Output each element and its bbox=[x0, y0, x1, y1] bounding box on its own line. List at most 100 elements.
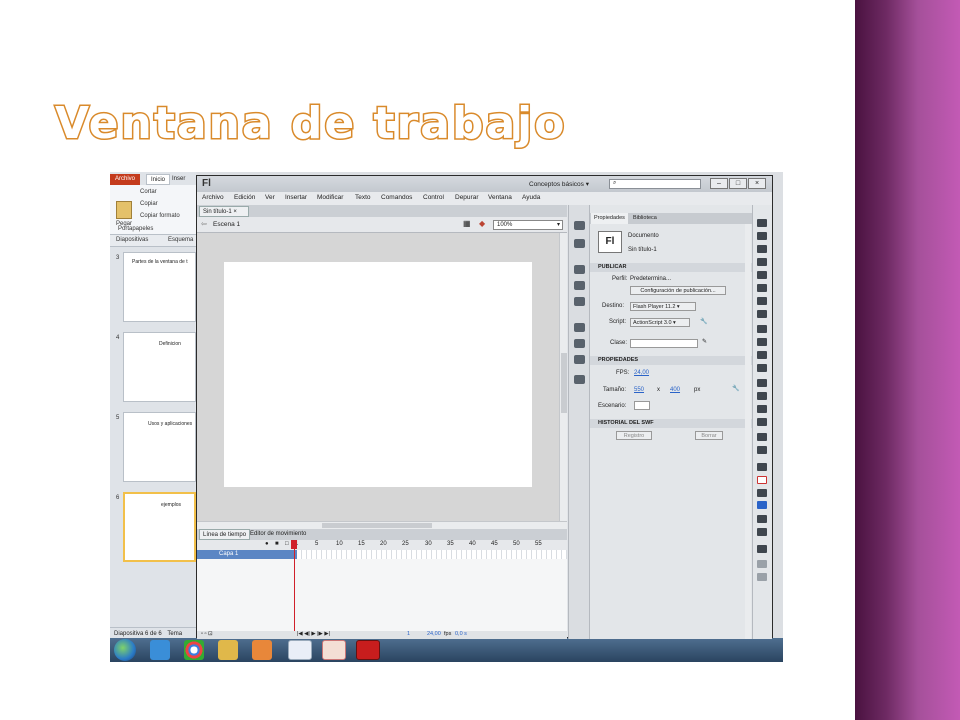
search-input[interactable]: ⌕ bbox=[609, 179, 701, 189]
section-publish[interactable]: PUBLICAR bbox=[590, 263, 752, 272]
media-player-icon[interactable] bbox=[252, 640, 272, 660]
fill-none-icon[interactable] bbox=[757, 476, 767, 484]
menu-ventana[interactable]: Ventana bbox=[488, 194, 512, 201]
horizontal-scrollbar[interactable] bbox=[197, 521, 567, 529]
zoom-tool-icon[interactable] bbox=[757, 446, 767, 454]
pen-tool-icon[interactable] bbox=[757, 284, 767, 292]
pencil-icon[interactable]: ✎ bbox=[702, 338, 707, 345]
components-icon[interactable] bbox=[574, 339, 585, 348]
word-icon[interactable] bbox=[288, 640, 312, 660]
new-layer-icon[interactable]: ▫ ▫ ⊡ bbox=[201, 631, 213, 637]
workspace-selector[interactable]: Conceptos básicos ▾ bbox=[529, 180, 589, 188]
scroll-thumb[interactable] bbox=[322, 523, 432, 528]
publish-settings-button[interactable]: Configuración de publicación... bbox=[630, 286, 726, 295]
chrome-icon[interactable] bbox=[184, 640, 204, 660]
snap-magnet-icon[interactable] bbox=[757, 545, 767, 553]
properties-scrollbar[interactable] bbox=[745, 224, 751, 639]
menu-modificar[interactable]: Modificar bbox=[317, 194, 343, 201]
log-button[interactable]: Registro bbox=[616, 431, 652, 440]
file-tab[interactable]: Archivo bbox=[110, 174, 140, 185]
lock-icon[interactable]: ■ bbox=[275, 541, 279, 547]
minimize-button[interactable]: – bbox=[710, 178, 728, 189]
free-transform-tool-icon[interactable] bbox=[757, 245, 767, 253]
copy-button[interactable]: Copiar bbox=[140, 201, 158, 207]
playback-controls[interactable]: |◀ ◀| ▶ |▶ ▶| bbox=[297, 631, 330, 637]
zoom-select[interactable]: 100% ▾ bbox=[493, 220, 563, 230]
tab-outline[interactable]: Esquema bbox=[168, 237, 193, 243]
start-orb-icon[interactable] bbox=[114, 639, 136, 661]
default-colors-icon[interactable] bbox=[757, 528, 767, 536]
brush-tool-icon[interactable] bbox=[757, 351, 767, 359]
eyedropper-tool-icon[interactable] bbox=[757, 405, 767, 413]
menu-insertar[interactable]: Insertar bbox=[285, 194, 307, 201]
menu-edicion[interactable]: Edición bbox=[234, 194, 255, 201]
code-snippets-icon[interactable] bbox=[574, 323, 585, 332]
menu-ayuda[interactable]: Ayuda bbox=[522, 194, 540, 201]
3d-rotation-tool-icon[interactable] bbox=[757, 258, 767, 266]
scroll-thumb[interactable] bbox=[561, 353, 567, 413]
cut-button[interactable]: Cortar bbox=[140, 189, 157, 195]
folder-icon[interactable] bbox=[218, 640, 238, 660]
layer-row[interactable]: Capa 1 bbox=[197, 550, 297, 559]
fill-color-icon[interactable] bbox=[757, 489, 767, 497]
tab-motion-editor[interactable]: Editor de movimiento bbox=[247, 529, 309, 540]
history-icon[interactable] bbox=[574, 375, 585, 384]
script-select[interactable]: ActionScript 3.0 ▾ bbox=[630, 318, 690, 327]
tab-timeline[interactable]: Línea de tiempo bbox=[199, 529, 251, 540]
eye-icon[interactable]: ● bbox=[265, 541, 269, 547]
smooth-icon[interactable] bbox=[757, 560, 767, 568]
lasso-tool-icon[interactable] bbox=[757, 271, 767, 279]
info-icon[interactable] bbox=[574, 281, 585, 290]
slide-thumbnail[interactable]: 3 Partes de la ventana de t bbox=[110, 252, 196, 328]
playhead-handle[interactable] bbox=[291, 540, 297, 549]
internet-explorer-icon[interactable] bbox=[150, 640, 170, 660]
color-icon[interactable] bbox=[574, 221, 585, 230]
selection-tool-icon[interactable] bbox=[757, 219, 767, 227]
transform-icon[interactable] bbox=[574, 297, 585, 306]
pencil-tool-icon[interactable] bbox=[757, 338, 767, 346]
tab-home[interactable]: Inicio bbox=[146, 174, 170, 185]
tab-insert[interactable]: Inser bbox=[172, 174, 192, 185]
stage-color-swatch[interactable] bbox=[634, 401, 650, 410]
slide-thumbnail[interactable]: 4 Definicion bbox=[110, 332, 196, 408]
section-properties[interactable]: PROPIEDADES bbox=[590, 356, 752, 365]
fps-value[interactable]: 24,00 bbox=[634, 370, 649, 376]
paint-bucket-tool-icon[interactable] bbox=[757, 392, 767, 400]
menu-archivo[interactable]: Archivo bbox=[202, 194, 224, 201]
slide-thumbnail[interactable]: 6 ejemplos bbox=[110, 492, 196, 568]
text-tool-icon[interactable] bbox=[757, 297, 767, 305]
vertical-scrollbar[interactable] bbox=[559, 233, 567, 521]
menu-comandos[interactable]: Comandos bbox=[381, 194, 412, 201]
straighten-icon[interactable] bbox=[757, 573, 767, 581]
motion-presets-icon[interactable] bbox=[574, 355, 585, 364]
width-value[interactable]: 550 bbox=[634, 387, 644, 393]
swatches-icon[interactable] bbox=[574, 239, 585, 248]
swap-colors-icon[interactable] bbox=[757, 515, 767, 523]
close-button[interactable]: × bbox=[748, 178, 766, 189]
menu-control[interactable]: Control bbox=[423, 194, 444, 201]
tab-document[interactable]: Sin título-1 × bbox=[199, 206, 249, 217]
class-input[interactable] bbox=[630, 339, 698, 348]
clear-button[interactable]: Borrar bbox=[695, 431, 723, 440]
slide-thumbnail[interactable]: 5 Usos y aplicaciones bbox=[110, 412, 196, 488]
paste-icon[interactable] bbox=[116, 201, 132, 219]
subselection-tool-icon[interactable] bbox=[757, 232, 767, 240]
back-arrow-icon[interactable]: ⇦ bbox=[201, 220, 207, 228]
playhead[interactable] bbox=[294, 540, 295, 638]
menu-texto[interactable]: Texto bbox=[355, 194, 371, 201]
align-icon[interactable] bbox=[574, 265, 585, 274]
powerpoint-icon[interactable] bbox=[322, 640, 346, 660]
tab-properties[interactable]: Propiedades bbox=[591, 213, 628, 224]
scene-label[interactable]: Escena 1 bbox=[213, 221, 240, 228]
outline-icon[interactable]: □ bbox=[285, 541, 289, 547]
copy-format-button[interactable]: Copiar formato bbox=[140, 213, 180, 219]
line-tool-icon[interactable] bbox=[757, 310, 767, 318]
edit-scene-icon[interactable]: ▦ bbox=[463, 219, 471, 228]
deco-tool-icon[interactable] bbox=[757, 364, 767, 372]
stage-canvas[interactable] bbox=[224, 262, 532, 487]
flash-icon[interactable] bbox=[356, 640, 380, 660]
menu-ver[interactable]: Ver bbox=[265, 194, 275, 201]
eraser-tool-icon[interactable] bbox=[757, 418, 767, 426]
maximize-button[interactable]: □ bbox=[729, 178, 747, 189]
height-value[interactable]: 400 bbox=[670, 387, 680, 393]
